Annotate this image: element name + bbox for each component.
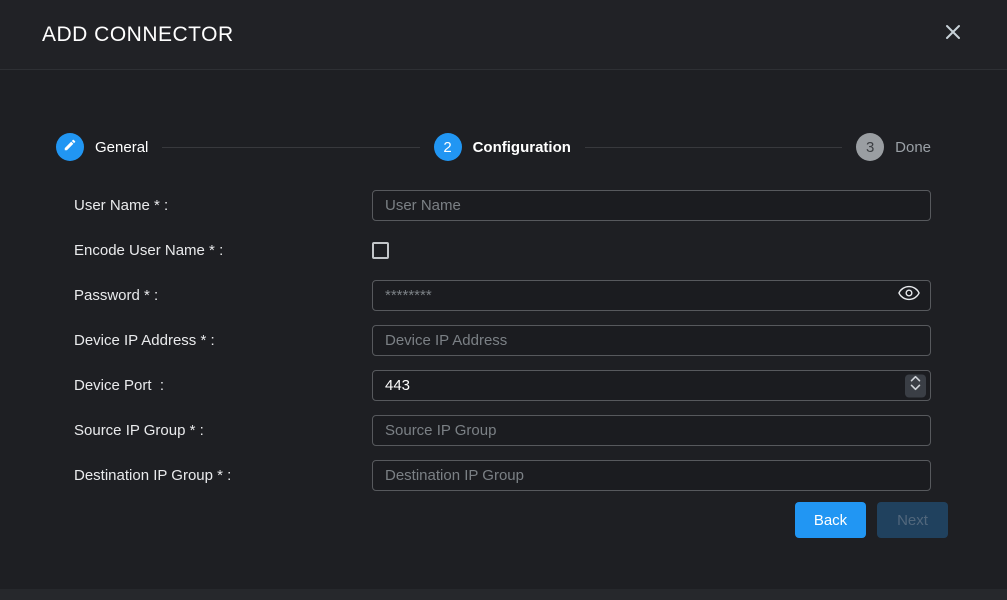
step-done-circle: 3 <box>856 133 884 161</box>
step-general[interactable]: General <box>56 133 148 161</box>
destination-ip-group-input[interactable] <box>372 460 931 491</box>
pencil-icon <box>63 138 77 156</box>
stepper-connector <box>162 147 419 148</box>
modal-bottom-edge <box>0 589 1007 600</box>
password-label: Password * : <box>74 287 372 304</box>
up-down-chevrons-icon <box>910 376 921 396</box>
destination-ip-group-label: Destination IP Group * : <box>74 467 372 484</box>
step-configuration-label: Configuration <box>473 139 571 156</box>
back-button[interactable]: Back <box>795 502 866 538</box>
close-button[interactable] <box>939 21 967 49</box>
step-general-circle <box>56 133 84 161</box>
device-ip-label: Device IP Address * : <box>74 332 372 349</box>
eye-icon <box>898 285 920 306</box>
step-done[interactable]: 3 Done <box>856 133 931 161</box>
connector-form: User Name * : Encode User Name * : Passw… <box>74 190 1007 491</box>
step-configuration[interactable]: 2 Configuration <box>434 133 571 161</box>
device-port-label: Device Port : <box>74 377 372 394</box>
source-ip-group-input[interactable] <box>372 415 931 446</box>
wizard-stepper: General 2 Configuration 3 Done <box>56 133 931 161</box>
modal-header: ADD CONNECTOR <box>0 0 1007 70</box>
encode-user-name-label: Encode User Name * : <box>74 242 372 259</box>
user-name-label: User Name * : <box>74 197 372 214</box>
stepper-connector <box>585 147 842 148</box>
action-buttons: Back Next <box>795 502 948 538</box>
device-ip-input[interactable] <box>372 325 931 356</box>
port-stepper[interactable] <box>905 374 926 397</box>
modal-title: ADD CONNECTOR <box>42 23 939 47</box>
next-button[interactable]: Next <box>877 502 948 538</box>
toggle-password-visibility-button[interactable] <box>897 286 921 306</box>
step-configuration-circle: 2 <box>434 133 462 161</box>
source-ip-group-label: Source IP Group * : <box>74 422 372 439</box>
password-input[interactable] <box>372 280 931 311</box>
user-name-input[interactable] <box>372 190 931 221</box>
step-general-label: General <box>95 139 148 156</box>
device-port-input[interactable] <box>372 370 931 401</box>
close-icon <box>943 22 963 47</box>
step-done-label: Done <box>895 139 931 156</box>
encode-user-name-checkbox[interactable] <box>372 242 389 259</box>
